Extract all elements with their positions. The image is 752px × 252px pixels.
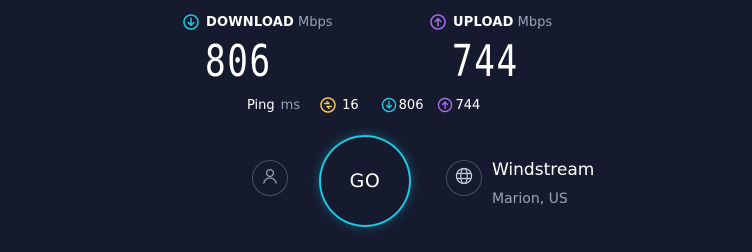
go-button[interactable]: GO <box>319 135 411 227</box>
upload-arrow-icon <box>430 14 446 30</box>
ping-download: 806 <box>381 97 424 113</box>
download-metric: DOWNLOAD Mbps 806 <box>183 12 333 84</box>
upload-value: 744 <box>452 36 519 87</box>
globe-icon <box>454 166 474 190</box>
ping-upload: 744 <box>437 97 480 113</box>
ping-row: Ping ms 16 806 744 <box>247 94 480 116</box>
ping-jitter-value: 16 <box>342 97 359 113</box>
download-unit: Mbps <box>298 14 333 30</box>
user-account-button[interactable] <box>252 160 288 196</box>
ping-jitter: 16 <box>320 97 359 113</box>
ping-label: Ping <box>247 97 275 113</box>
server-name[interactable]: Windstream <box>492 160 594 180</box>
download-title: DOWNLOAD <box>206 14 295 30</box>
ping-upload-value: 744 <box>455 97 481 113</box>
ping-download-value: 806 <box>398 97 424 113</box>
go-label: GO <box>349 170 381 192</box>
upload-unit: Mbps <box>517 14 553 30</box>
user-icon <box>261 167 279 189</box>
upload-header: UPLOAD Mbps <box>430 12 552 32</box>
server-button[interactable] <box>446 160 482 196</box>
download-value: 806 <box>205 36 272 87</box>
download-arrow-icon <box>183 14 199 30</box>
download-header: DOWNLOAD Mbps <box>183 12 333 32</box>
upload-small-icon <box>437 97 453 113</box>
download-small-icon <box>381 97 397 113</box>
ping-unit: ms <box>280 97 301 113</box>
ping-indicator-icon <box>320 97 336 113</box>
upload-title: UPLOAD <box>453 14 514 30</box>
upload-metric: UPLOAD Mbps 744 <box>430 12 552 84</box>
server-location: Marion, US <box>492 191 568 207</box>
